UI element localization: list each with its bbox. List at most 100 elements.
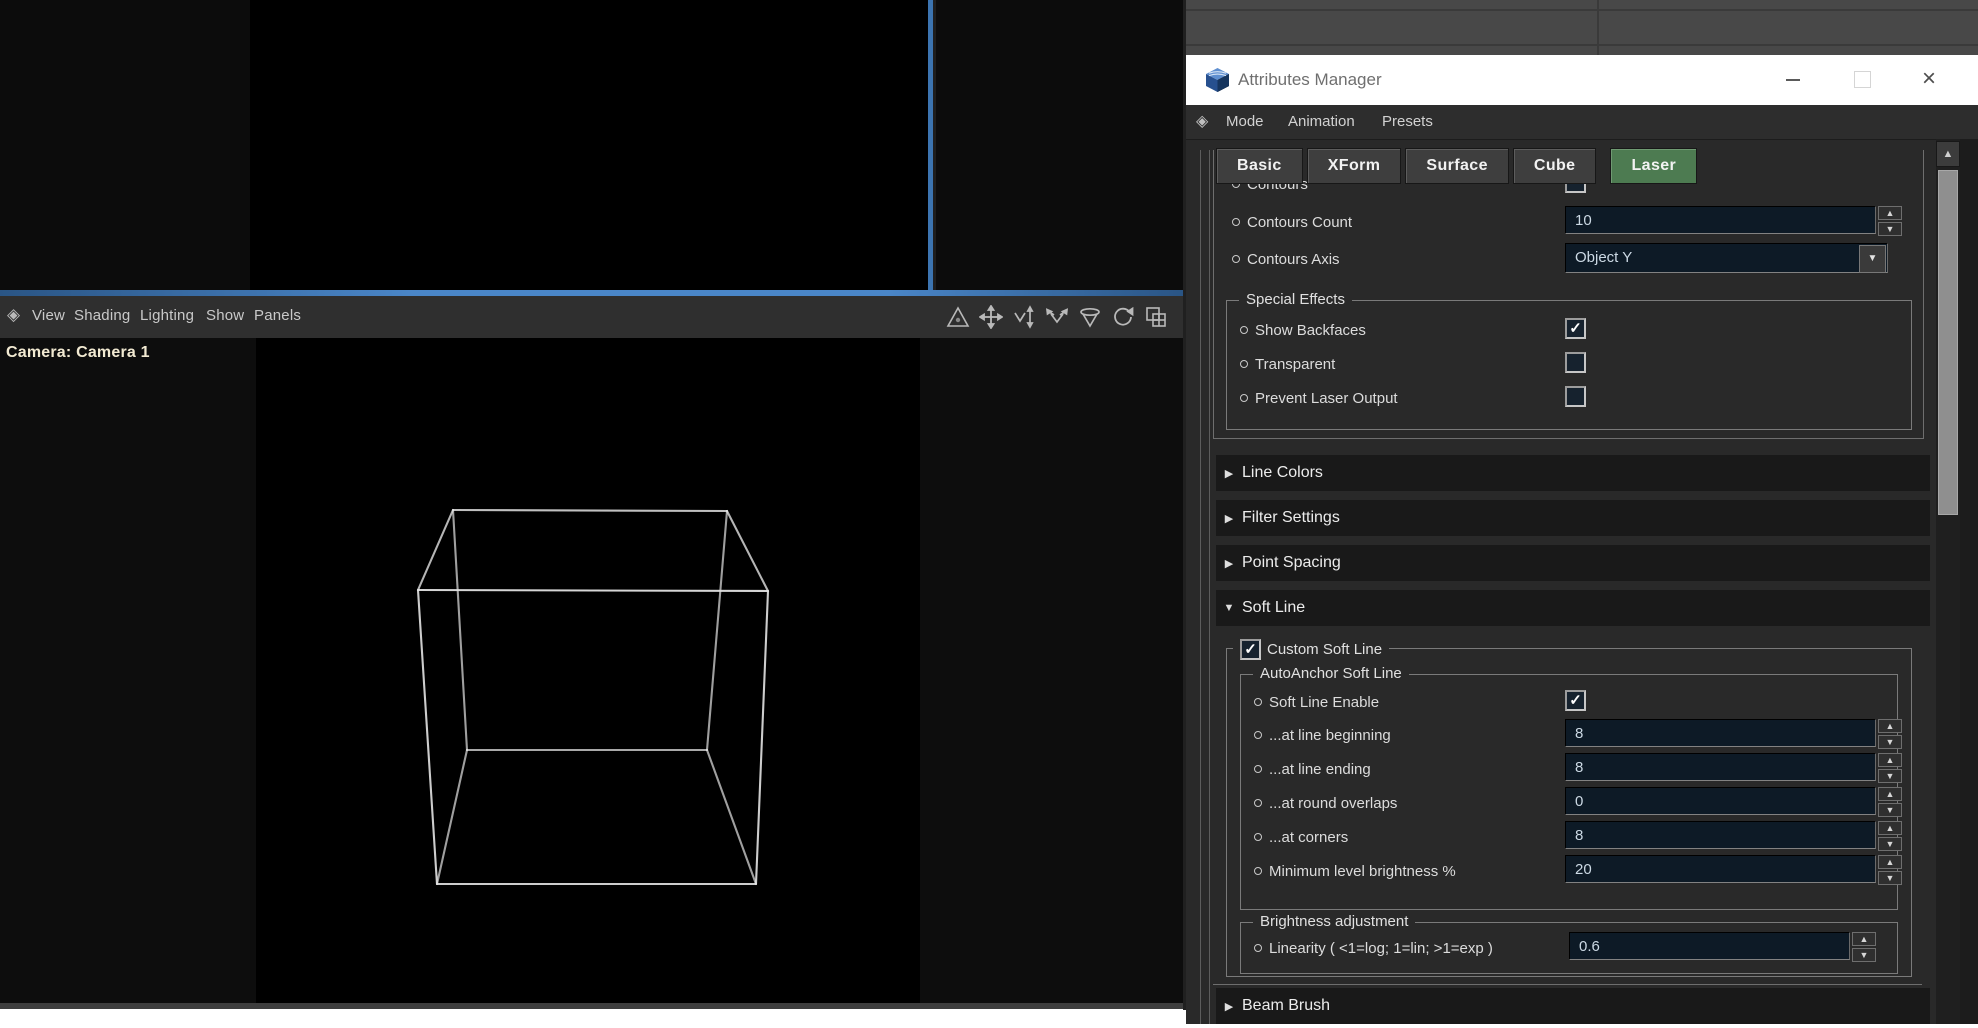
scrollbar-up-icon[interactable]: ▲	[1936, 141, 1960, 167]
spin-up-icon[interactable]: ▲	[1878, 855, 1902, 869]
section-filter-settings[interactable]: ▶ Filter Settings	[1216, 500, 1930, 536]
custom-soft-line-checkbox[interactable]	[1240, 639, 1261, 660]
viewport-menu-lighting[interactable]: Lighting	[140, 307, 194, 324]
soft-line-enable-label: Soft Line Enable	[1254, 694, 1379, 711]
section-label: Filter Settings	[1242, 509, 1340, 527]
section-soft-line[interactable]: ▼ Soft Line	[1216, 590, 1930, 626]
viewport-menu-shading[interactable]: Shading	[74, 307, 130, 324]
menu-animation[interactable]: Animation	[1288, 113, 1355, 130]
spin-down-icon[interactable]: ▼	[1878, 803, 1902, 817]
contours-axis-dropdown[interactable]: Object Y ▼	[1565, 243, 1888, 273]
menu-mode[interactable]: Mode	[1226, 113, 1264, 130]
collapsed-arrow-icon: ▶	[1216, 467, 1242, 480]
at-corners-label: ...at corners	[1254, 829, 1348, 846]
minimum-level-brightness-input[interactable]: 20	[1565, 855, 1876, 883]
contours-count-input[interactable]: 10	[1565, 206, 1876, 234]
spin-up-icon[interactable]: ▲	[1878, 206, 1902, 220]
soft-line-enable-checkbox[interactable]	[1565, 690, 1586, 711]
pan-view-icon[interactable]	[978, 304, 1004, 330]
spin-up-icon[interactable]: ▲	[1852, 932, 1876, 946]
at-round-overlaps-label: ...at round overlaps	[1254, 795, 1397, 812]
toggle-panels-icon[interactable]	[1143, 304, 1169, 330]
viewport-menubar: ◈ View Shading Lighting Show Panels	[0, 296, 1183, 339]
viewport-menu-panels[interactable]: Panels	[254, 307, 301, 324]
section-label: Point Spacing	[1242, 554, 1341, 572]
at-line-ending-input[interactable]: 8	[1565, 753, 1876, 781]
spin-down-icon[interactable]: ▼	[1878, 222, 1902, 236]
at-line-beginning-label: ...at line beginning	[1254, 727, 1391, 744]
top-viewport[interactable]	[0, 0, 1183, 290]
background-divider	[1183, 9, 1978, 11]
tab-basic[interactable]: Basic	[1216, 148, 1303, 184]
spin-down-icon[interactable]: ▼	[1878, 837, 1902, 851]
tab-surface[interactable]: Surface	[1405, 148, 1509, 184]
menu-presets[interactable]: Presets	[1382, 113, 1433, 130]
background-divider	[1597, 0, 1599, 55]
at-round-overlaps-input[interactable]: 0	[1565, 787, 1876, 815]
section-beam-brush[interactable]: ▶ Beam Brush	[1216, 988, 1930, 1024]
custom-soft-line-legend: Custom Soft Line	[1233, 639, 1389, 660]
dolly-zoom-icon[interactable]	[1011, 304, 1037, 330]
brightness-adjustment-title: Brightness adjustment	[1253, 913, 1415, 930]
at-line-beginning-spinner: ▲ ▼	[1878, 719, 1902, 749]
contours-axis-label: Contours Axis	[1232, 251, 1340, 268]
spin-down-icon[interactable]: ▼	[1878, 871, 1902, 885]
spin-down-icon[interactable]: ▼	[1878, 769, 1902, 783]
top-viewport-render-area[interactable]	[250, 0, 930, 290]
minimize-icon	[1786, 79, 1800, 81]
spin-up-icon[interactable]: ▲	[1878, 753, 1902, 767]
show-backfaces-label: Show Backfaces	[1240, 322, 1366, 339]
section-label: Soft Line	[1242, 599, 1305, 617]
contours-count-label: Contours Count	[1232, 214, 1352, 231]
prevent-laser-output-label: Prevent Laser Output	[1240, 390, 1398, 407]
tab-laser[interactable]: Laser	[1610, 148, 1697, 184]
prevent-laser-output-checkbox[interactable]	[1565, 386, 1586, 407]
spin-up-icon[interactable]: ▲	[1878, 821, 1902, 835]
spin-down-icon[interactable]: ▼	[1852, 948, 1876, 962]
window-menubar: ◈ Mode Animation Presets	[1186, 105, 1978, 140]
at-line-beginning-input[interactable]: 8	[1565, 719, 1876, 747]
viewport-menu-show[interactable]: Show	[206, 307, 244, 324]
safe-frame-icon[interactable]	[945, 304, 971, 330]
collapsed-arrow-icon: ▶	[1216, 557, 1242, 570]
section-point-spacing[interactable]: ▶ Point Spacing	[1216, 545, 1930, 581]
transparent-checkbox[interactable]	[1565, 352, 1586, 373]
spin-up-icon[interactable]: ▲	[1878, 719, 1902, 733]
spin-down-icon[interactable]: ▼	[1878, 735, 1902, 749]
contours-axis-value: Object Y	[1575, 249, 1632, 266]
show-backfaces-checkbox[interactable]	[1565, 318, 1586, 339]
viewport-divider	[933, 0, 936, 290]
menubar-diamond-icon[interactable]: ◈	[1196, 111, 1208, 131]
at-corners-spinner: ▲ ▼	[1878, 821, 1902, 851]
camera-view-icon[interactable]	[1077, 304, 1103, 330]
rotate-view-icon[interactable]	[1110, 304, 1136, 330]
active-view-border-vertical	[928, 0, 933, 296]
background-divider	[1183, 44, 1978, 46]
tab-cube[interactable]: Cube	[1513, 148, 1597, 184]
viewport-bottom-border	[0, 1003, 1183, 1009]
viewport-menu-diamond-icon[interactable]: ◈	[7, 305, 20, 325]
wireframe-cube[interactable]	[380, 470, 800, 910]
tab-bar: Basic XForm Surface Cube Laser	[1216, 148, 1697, 186]
camera-label: Camera: Camera 1	[6, 344, 150, 362]
minimum-level-brightness-spinner: ▲ ▼	[1878, 855, 1902, 885]
linearity-label: Linearity ( <1=log; 1=lin; >1=exp )	[1254, 940, 1493, 957]
transparent-label: Transparent	[1240, 356, 1335, 373]
minimum-level-brightness-label: Minimum level brightness %	[1254, 863, 1456, 880]
viewport-menu-view[interactable]: View	[32, 307, 65, 324]
linearity-input[interactable]: 0.6	[1569, 932, 1850, 960]
at-round-overlaps-spinner: ▲ ▼	[1878, 787, 1902, 817]
collapsed-arrow-icon: ▶	[1216, 1000, 1242, 1013]
window-title: Attributes Manager	[1238, 70, 1382, 90]
linearity-spinner: ▲ ▼	[1852, 932, 1876, 962]
window-titlebar[interactable]: Attributes Manager ×	[1186, 55, 1978, 105]
collapsed-arrow-icon: ▶	[1216, 512, 1242, 525]
scale-view-icon[interactable]	[1044, 304, 1070, 330]
dropdown-arrow-icon[interactable]: ▼	[1859, 245, 1886, 273]
tab-xform[interactable]: XForm	[1307, 148, 1402, 184]
expanded-arrow-icon: ▼	[1216, 602, 1242, 614]
spin-up-icon[interactable]: ▲	[1878, 787, 1902, 801]
scrollbar-thumb[interactable]	[1938, 170, 1958, 515]
section-line-colors[interactable]: ▶ Line Colors	[1216, 455, 1930, 491]
at-corners-input[interactable]: 8	[1565, 821, 1876, 849]
